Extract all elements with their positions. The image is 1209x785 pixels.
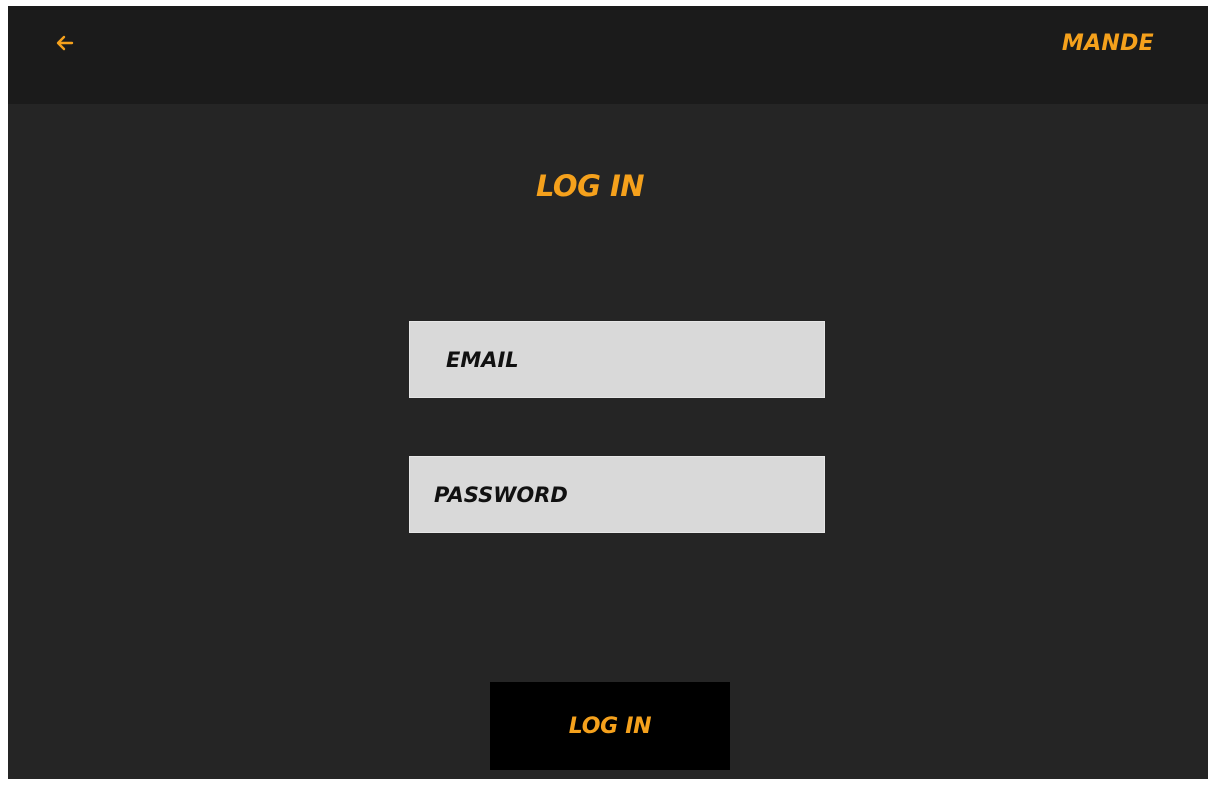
email-field[interactable]: EMAIL — [409, 321, 825, 398]
page-title: LOG IN — [535, 169, 645, 203]
email-placeholder: EMAIL — [446, 347, 519, 372]
password-field[interactable]: PASSWORD — [409, 456, 825, 533]
app-screen: MANDE LOG IN EMAIL PASSWORD LOG IN — [8, 6, 1208, 779]
password-placeholder: PASSWORD — [434, 482, 568, 507]
login-button-label: LOG IN — [568, 713, 652, 739]
arrow-left-icon — [56, 35, 74, 55]
brand-logo-text[interactable]: MANDE — [1062, 31, 1154, 56]
login-button[interactable]: LOG IN — [490, 682, 730, 770]
back-button[interactable] — [52, 32, 78, 58]
top-bar: MANDE — [8, 6, 1208, 104]
